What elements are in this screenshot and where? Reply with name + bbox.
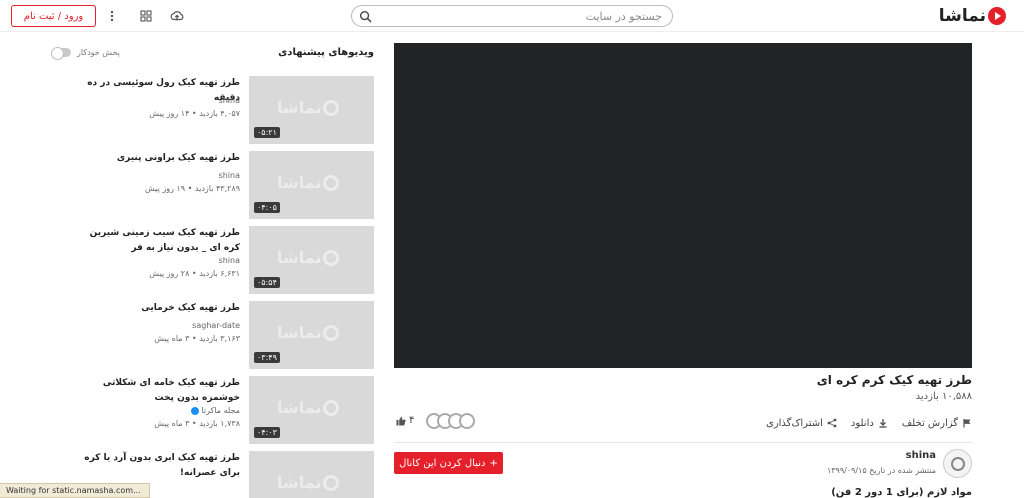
site-logo[interactable]: نماشا (939, 6, 1006, 26)
video-thumbnail[interactable]: نماشا (249, 451, 374, 498)
follow-label: دنبال کردن این کانال (399, 457, 486, 469)
liker-avatars (426, 413, 475, 429)
download-icon (879, 419, 887, 428)
report-label: گزارش تخلف (901, 417, 958, 429)
watermark-logo: نماشا (277, 98, 340, 117)
duration-badge: ۰۳:۴۹ (254, 352, 280, 363)
duration-badge: ۰۵:۲۱ (254, 127, 280, 138)
channel-avatar[interactable] (943, 449, 972, 478)
recommended-meta: ۳,۱۶۳ بازدید • ۳ ماه پیش (154, 334, 240, 343)
top-header: نماشا ورود / ثبت نام (0, 0, 1024, 32)
follow-channel-button[interactable]: + دنبال کردن این کانال (394, 452, 503, 474)
video-thumbnail[interactable]: نماشا ۰۳:۴۹ (249, 301, 374, 369)
recommended-channel[interactable]: shina (219, 171, 240, 180)
recommended-title-link[interactable]: طرز تهیه کیک براونی پنیری (80, 151, 240, 166)
recommended-meta: ۶,۶۳۱ بازدید • ۲۸ روز پیش (149, 269, 240, 278)
search-box (351, 5, 673, 27)
duration-badge: ۰۴:۰۵ (254, 202, 280, 213)
logo-text: نماشا (938, 6, 987, 26)
duration-badge: ۰۴:۰۳ (254, 427, 280, 438)
recommended-title-link[interactable]: طرز تهیه کیک خرمایی (80, 301, 240, 316)
browser-status-bar: Waiting for static.namasha.com... (0, 483, 150, 498)
avatar (459, 413, 475, 429)
more-vertical-icon[interactable] (105, 9, 119, 23)
login-signup-button[interactable]: ورود / ثبت نام (11, 5, 96, 27)
recommended-meta: ۴,۰۵۷ بازدید • ۱۴ روز پیش (149, 109, 240, 118)
divider (394, 442, 972, 443)
recommended-title-link[interactable]: طرز تهیه کیک رول سوئیسی در ده دقیقه (80, 76, 240, 106)
video-thumbnail[interactable]: نماشا ۰۵:۵۴ (249, 226, 374, 294)
search-icon[interactable] (359, 10, 372, 23)
search-input[interactable] (392, 8, 662, 24)
share-icon (827, 418, 837, 428)
watermark-logo: نماشا (277, 473, 340, 492)
watermark-logo: نماشا (277, 173, 340, 192)
publish-date: منتشر شده در تاریخ ۱۳۹۹/۰۹/۱۵ (826, 466, 936, 475)
video-player[interactable] (394, 43, 972, 368)
recommended-video[interactable]: نماشا ۰۵:۲۱ طرز تهیه کیک رول سوئیسی در د… (80, 76, 374, 144)
play-logo-icon (950, 456, 965, 471)
video-thumbnail[interactable]: نماشا ۰۴:۰۳ (249, 376, 374, 444)
recommended-channel[interactable]: مجله ماکرتا (189, 406, 240, 415)
watermark-logo: نماشا (277, 398, 340, 417)
autoplay-label: پخش خودکار (77, 48, 120, 57)
recommended-video[interactable]: نماشا ۰۳:۴۹ طرز تهیه کیک خرمایی saghar-d… (80, 301, 374, 369)
description-text: مواد لازم (برای 1 دور 2 فن) (831, 487, 972, 498)
plus-icon: + (489, 457, 498, 469)
video-thumbnail[interactable]: نماشا ۰۴:۰۵ (249, 151, 374, 219)
recommended-video[interactable]: نماشا ۰۵:۵۴ طرز تهیه کیک سیب زمینی شیرین… (80, 226, 374, 294)
like-button[interactable]: ۴ (396, 415, 414, 426)
video-thumbnail[interactable]: نماشا ۰۵:۲۱ (249, 76, 374, 144)
channel-name[interactable]: shina (906, 450, 936, 461)
view-count: ۱۰,۵۸۸ بازدید (915, 391, 972, 402)
play-logo-icon (988, 7, 1006, 25)
recommended-title: ویدیوهای پیشنهادی (278, 47, 374, 58)
verified-icon (190, 406, 199, 415)
thumbs-up-icon (396, 416, 406, 425)
watermark-logo: نماشا (277, 323, 340, 342)
recommended-meta: ۴۳,۲۸۹ بازدید • ۱۹ روز پیش (144, 184, 240, 193)
recommended-title-link[interactable]: طرز تهیه کیک سیب زمینی شیرین کره ای _ بد… (80, 226, 240, 256)
autoplay-control: پخش خودکار (51, 47, 120, 60)
report-button[interactable]: گزارش تخلف (902, 418, 972, 429)
recommended-title-link[interactable]: طرز تهیه کیک خامه ای شکلاتی خوشمزه بدون … (80, 376, 240, 406)
autoplay-toggle[interactable] (51, 47, 71, 60)
like-count: ۴ (409, 415, 415, 426)
recommended-meta: ۱,۷۳۸ بازدید • ۳ ماه پیش (154, 419, 240, 428)
video-actions: اشتراک‌گذاری دانلود گزارش تخلف (766, 415, 972, 431)
share-button[interactable]: اشتراک‌گذاری (766, 418, 837, 429)
download-label: دانلود (850, 417, 874, 429)
recommended-channel[interactable]: saghar-date (192, 321, 240, 330)
upload-icon[interactable] (170, 9, 184, 23)
recommended-channel[interactable]: shina (219, 256, 240, 265)
recommended-video[interactable]: نماشا ۰۴:۰۳ طرز تهیه کیک خامه ای شکلاتی … (80, 376, 374, 444)
apps-grid-icon[interactable] (139, 9, 153, 23)
download-button[interactable]: دانلود (851, 418, 888, 429)
recommended-video[interactable]: نماشا ۰۴:۰۵ طرز تهیه کیک براونی پنیری sh… (80, 151, 374, 219)
flag-icon (963, 419, 971, 428)
duration-badge: ۰۵:۵۴ (254, 277, 280, 288)
recommended-channel[interactable]: shina (219, 96, 240, 105)
video-title: طرز تهیه کیک کرم کره ای (816, 373, 972, 387)
watermark-logo: نماشا (277, 248, 340, 267)
recommended-title-link[interactable]: طرز تهیه کیک ابری بدون آرد یا کره برای ع… (80, 451, 240, 481)
share-label: اشتراک‌گذاری (766, 417, 823, 429)
